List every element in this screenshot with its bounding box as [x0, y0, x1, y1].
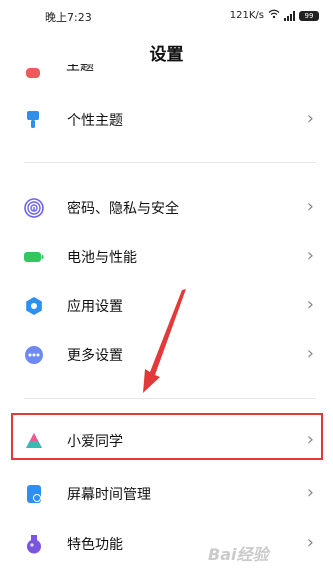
chevron-right-icon: ›: [306, 343, 314, 364]
signal-icon: [284, 10, 295, 21]
wifi-icon: [268, 9, 280, 22]
settings-item-label: 个性主题: [67, 113, 123, 129]
partial-settings-item[interactable]: 主题: [24, 64, 324, 80]
settings-item-label: 应用设置: [67, 299, 123, 315]
network-speed: 121K/s: [229, 10, 264, 21]
battery-icon: [24, 247, 44, 267]
status-indicators: 121K/s 99: [230, 9, 319, 22]
hourglass-icon: [24, 484, 44, 504]
watermark: Bai经验: [208, 545, 269, 564]
settings-item-label: 特色功能: [67, 537, 123, 553]
settings-item-battery[interactable]: 电池与性能 ›: [0, 233, 333, 281]
settings-item-label: 更多设置: [67, 348, 123, 364]
section-divider: [24, 398, 316, 399]
page-title: 设置: [149, 45, 184, 65]
fingerprint-icon: [24, 198, 44, 218]
partial-item-label: 主题: [66, 64, 94, 74]
settings-item-apps[interactable]: 应用设置 ›: [0, 282, 333, 330]
settings-item-label: 密码、隐私与安全: [67, 201, 179, 217]
chevron-right-icon: ›: [306, 482, 314, 503]
more-dots-icon: [24, 345, 44, 365]
settings-item-label: 屏幕时间管理: [67, 487, 151, 503]
chevron-right-icon: ›: [306, 245, 314, 266]
settings-item-label: 电池与性能: [67, 250, 137, 266]
chevron-right-icon: ›: [306, 108, 314, 129]
settings-item-screen-time[interactable]: 屏幕时间管理 ›: [0, 470, 333, 518]
settings-item-privacy[interactable]: 密码、隐私与安全 ›: [0, 184, 333, 232]
potion-icon: [24, 534, 44, 554]
chevron-right-icon: ›: [306, 532, 314, 553]
status-bar: 晚上7:23 121K/s 99: [0, 0, 333, 32]
settings-item-features[interactable]: 特色功能 ›: [0, 520, 333, 568]
red-app-icon: [26, 68, 40, 78]
chevron-right-icon: ›: [306, 196, 314, 217]
paint-brush-icon: [24, 110, 44, 130]
settings-item-theme[interactable]: 个性主题 ›: [0, 96, 333, 144]
status-time: 晚上7:23: [45, 11, 92, 24]
highlight-annotation-box: [11, 413, 323, 460]
battery-icon: 99: [299, 10, 319, 21]
section-divider: [24, 162, 316, 163]
chevron-right-icon: ›: [306, 294, 314, 315]
gear-icon: [24, 296, 44, 316]
settings-item-more[interactable]: 更多设置 ›: [0, 331, 333, 379]
